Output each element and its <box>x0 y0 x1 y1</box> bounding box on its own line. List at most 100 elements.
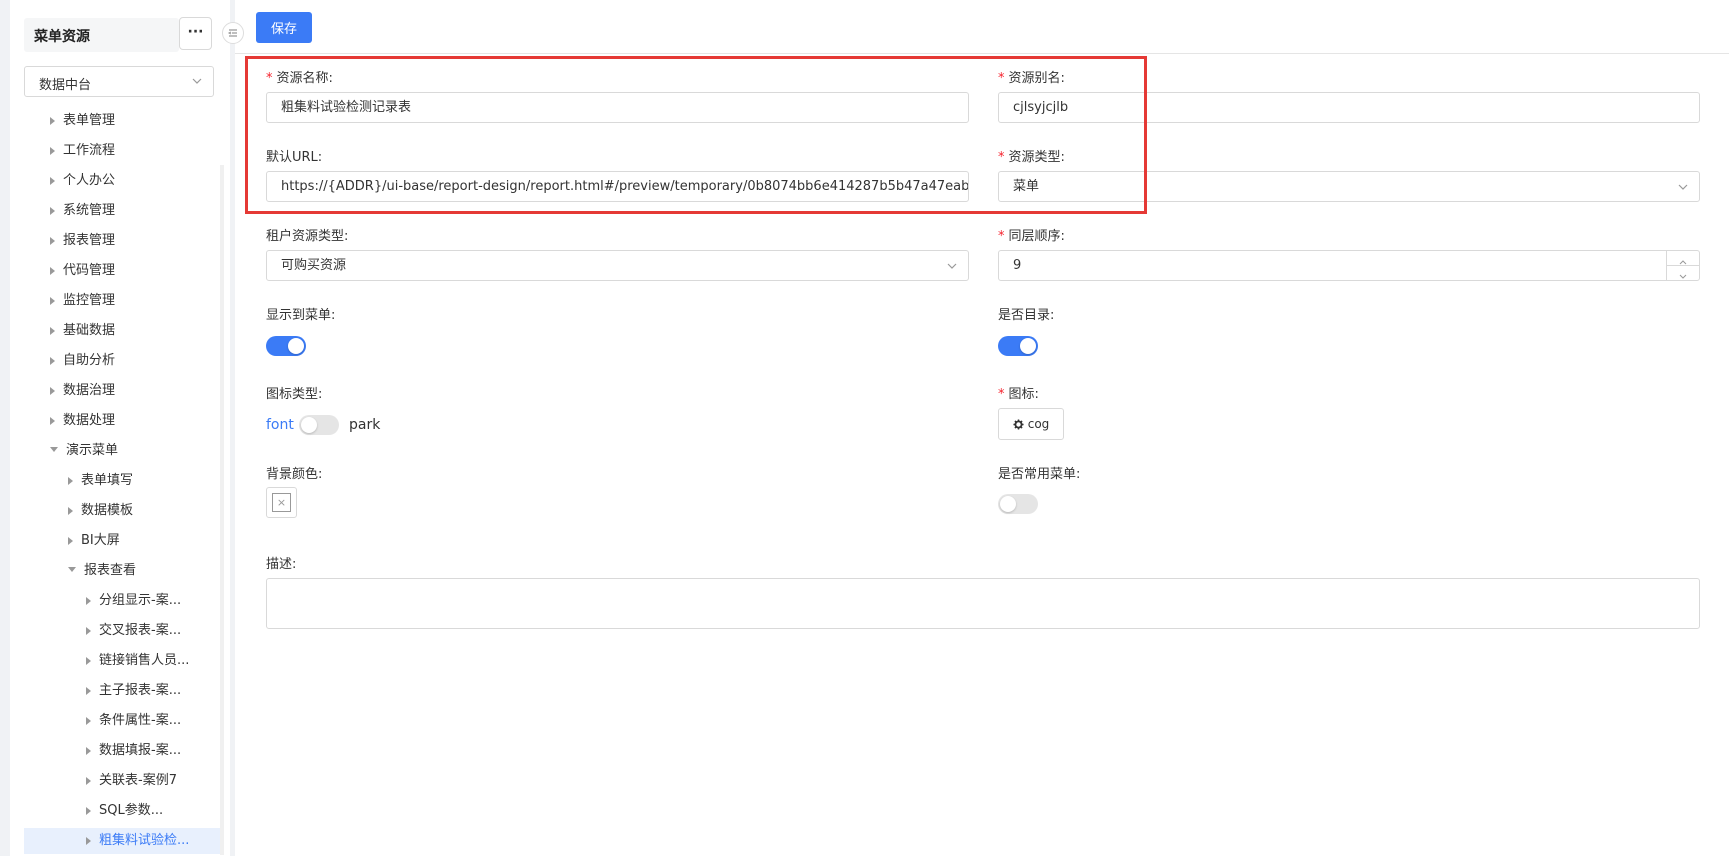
sidebar-scrollbar[interactable] <box>220 165 224 855</box>
collapse-icon <box>227 29 237 37</box>
caret-right-icon[interactable] <box>50 326 55 335</box>
sidebar-item[interactable]: 分组显示-案... <box>10 588 225 614</box>
caret-right-icon[interactable] <box>86 656 91 665</box>
sidebar-item[interactable]: 基础数据 <box>10 318 225 344</box>
caret-down-icon[interactable] <box>68 567 76 572</box>
chevron-down-icon <box>947 263 957 269</box>
is-directory-toggle[interactable] <box>998 336 1038 356</box>
sidebar-collapse-button[interactable] <box>222 22 244 44</box>
icon-type-font-option[interactable]: font <box>266 417 294 433</box>
sidebar-item[interactable]: 交叉报表-案... <box>10 618 225 644</box>
scope-select-value: 数据中台 <box>39 78 92 93</box>
caret-right-icon[interactable] <box>50 236 55 245</box>
sidebar-item[interactable]: 报表管理 <box>10 228 225 254</box>
caret-right-icon[interactable] <box>68 506 73 515</box>
bg-color-picker[interactable]: × <box>266 487 297 518</box>
icon-type-label: 图标类型: <box>266 387 323 402</box>
sidebar-item[interactable]: SQL参数... <box>10 798 225 824</box>
caret-right-icon[interactable] <box>50 266 55 275</box>
toggle-knob <box>288 338 304 354</box>
sidebar: 菜单资源 ··· 数据中台 表单管理 工作流程 个人办公 系统管理 报表管理 代码管理 监控… <box>10 0 230 856</box>
sidebar-item-label: 监控管理 <box>63 293 116 308</box>
sidebar-item[interactable]: 链接销售人员... <box>10 648 225 674</box>
sidebar-item-label: 链接销售人员... <box>99 653 190 668</box>
default-url-input[interactable]: https://{ADDR}/ui-base/report-design/rep… <box>266 171 969 202</box>
sidebar-item-label: 表单填写 <box>81 473 134 488</box>
sidebar-item[interactable]: 数据模板 <box>10 498 225 524</box>
default-url-label: 默认URL: <box>266 150 323 165</box>
sidebar-item[interactable]: 监控管理 <box>10 288 225 314</box>
caret-right-icon[interactable] <box>50 416 55 425</box>
caret-right-icon[interactable] <box>86 716 91 725</box>
caret-right-icon[interactable] <box>50 116 55 125</box>
sidebar-item[interactable]: 报表查看 <box>10 558 225 584</box>
resource-type-select[interactable]: 菜单 <box>998 171 1700 202</box>
save-button[interactable]: 保存 <box>256 12 312 43</box>
sort-order-label: * 同层顺序: <box>998 229 1065 244</box>
caret-right-icon[interactable] <box>50 206 55 215</box>
icon-type-toggle[interactable] <box>299 415 339 435</box>
more-options-button[interactable]: ··· <box>179 17 212 50</box>
sidebar-item[interactable]: 关联表-案例7 <box>10 768 225 794</box>
caret-right-icon[interactable] <box>86 806 91 815</box>
sidebar-item[interactable]: 数据填报-案... <box>10 738 225 764</box>
resource-alias-label: * 资源别名: <box>998 71 1065 86</box>
sidebar-item[interactable]: 演示菜单 <box>10 438 225 464</box>
resource-name-label: * 资源名称: <box>266 71 333 86</box>
resource-alias-input[interactable]: cjlsyjcjlb <box>998 92 1700 123</box>
decrement-button[interactable] <box>1667 266 1699 280</box>
sidebar-item-label: 工作流程 <box>63 143 116 158</box>
tenant-type-value: 可购买资源 <box>281 258 347 273</box>
caret-right-icon[interactable] <box>86 626 91 635</box>
caret-right-icon[interactable] <box>50 386 55 395</box>
sidebar-item[interactable]: 数据治理 <box>10 378 225 404</box>
sidebar-item[interactable]: 个人办公 <box>10 168 225 194</box>
sidebar-item[interactable]: 表单管理 <box>10 108 225 134</box>
sidebar-item[interactable]: 代码管理 <box>10 258 225 284</box>
caret-right-icon[interactable] <box>86 686 91 695</box>
sort-order-input[interactable]: 9 <box>998 250 1700 281</box>
sidebar-item[interactable]: 自助分析 <box>10 348 225 374</box>
resource-type-label: * 资源类型: <box>998 150 1065 165</box>
increment-button[interactable] <box>1667 251 1699 266</box>
icon-picker-value: cog <box>1027 417 1050 431</box>
sidebar-item[interactable]: 粗集料试验检... <box>24 828 224 854</box>
sidebar-item[interactable]: BI大屏 <box>10 528 225 554</box>
caret-right-icon[interactable] <box>50 356 55 365</box>
caret-right-icon[interactable] <box>86 836 91 845</box>
sidebar-item-label: 主子报表-案... <box>99 683 182 698</box>
show-in-menu-toggle[interactable] <box>266 336 306 356</box>
sidebar-item-label: 个人办公 <box>63 173 116 188</box>
main-panel: 保存 * 资源名称: 粗集料试验检测记录表 * 资源别名: cjlsyjcjlb 默… <box>235 0 1729 856</box>
icon-picker-button[interactable]: cog <box>998 408 1064 440</box>
sidebar-item[interactable]: 主子报表-案... <box>10 678 225 704</box>
scope-select[interactable]: 数据中台 <box>24 66 214 97</box>
tenant-type-label: 租户资源类型: <box>266 229 349 244</box>
caret-right-icon[interactable] <box>86 776 91 785</box>
sidebar-item-label: BI大屏 <box>81 533 120 548</box>
tenant-type-select[interactable]: 可购买资源 <box>266 250 969 281</box>
icon-label: * 图标: <box>998 387 1039 402</box>
toggle-knob <box>301 417 317 433</box>
sidebar-item[interactable]: 工作流程 <box>10 138 225 164</box>
caret-down-icon[interactable] <box>50 447 58 452</box>
caret-right-icon[interactable] <box>86 746 91 755</box>
sidebar-item[interactable]: 系统管理 <box>10 198 225 224</box>
sidebar-item[interactable]: 条件属性-案... <box>10 708 225 734</box>
caret-right-icon[interactable] <box>86 596 91 605</box>
sidebar-item-label: 表单管理 <box>63 113 116 128</box>
sidebar-item-label: 数据填报-案... <box>99 743 182 758</box>
icon-type-park-option[interactable]: park <box>349 417 380 433</box>
caret-right-icon[interactable] <box>68 476 73 485</box>
caret-right-icon[interactable] <box>68 536 73 545</box>
caret-right-icon[interactable] <box>50 296 55 305</box>
chevron-down-icon <box>1678 184 1688 190</box>
sidebar-item[interactable]: 数据处理 <box>10 408 225 434</box>
resource-name-input[interactable]: 粗集料试验检测记录表 <box>266 92 969 123</box>
caret-right-icon[interactable] <box>50 176 55 185</box>
common-menu-toggle[interactable] <box>998 494 1038 514</box>
bg-color-label: 背景颜色: <box>266 467 323 482</box>
sidebar-item[interactable]: 表单填写 <box>10 468 225 494</box>
caret-right-icon[interactable] <box>50 146 55 155</box>
description-textarea[interactable] <box>266 578 1700 629</box>
